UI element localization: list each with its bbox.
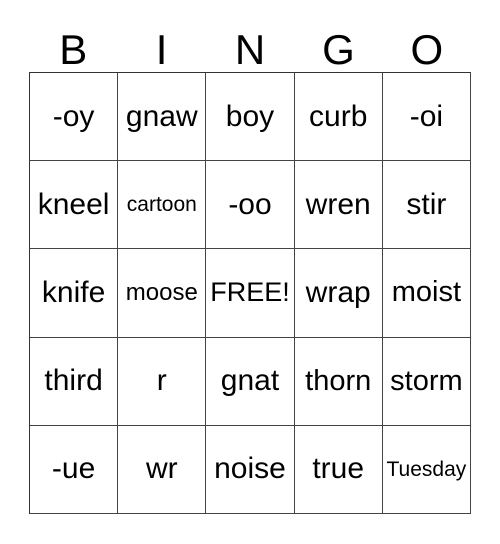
bingo-header-letter-b: B xyxy=(59,26,88,73)
bingo-cell-label: wrap xyxy=(305,275,371,309)
bingo-cell-label: moose xyxy=(125,278,198,306)
bingo-header-letter-o: O xyxy=(410,26,444,73)
bingo-header-letter-g: G xyxy=(322,26,355,73)
bingo-cell-label: stir xyxy=(406,187,447,221)
bingo-cell-label: gnat xyxy=(220,364,280,398)
bingo-cell-r5c4[interactable]: true xyxy=(294,425,383,514)
bingo-cell-label: gnaw xyxy=(125,99,198,133)
bingo-cell-r5c1[interactable]: -ue xyxy=(30,425,119,514)
bingo-cell-label: third xyxy=(44,364,103,398)
bingo-cell-label: Tuesday xyxy=(386,457,467,481)
bingo-cell-r1c1[interactable]: -oy xyxy=(30,73,119,162)
bingo-cell-r4c5[interactable]: storm xyxy=(382,337,471,426)
bingo-cell-label: knife xyxy=(41,275,106,309)
bingo-header-row: B I N G O xyxy=(29,18,471,72)
bingo-cell-label: -ue xyxy=(51,452,96,486)
bingo-cell-r1c5[interactable]: -oi xyxy=(382,73,471,162)
bingo-cell-r2c2[interactable]: cartoon xyxy=(118,161,207,250)
bingo-cell-r2c1[interactable]: kneel xyxy=(30,161,119,250)
bingo-cell-r2c5[interactable]: stir xyxy=(382,161,471,250)
bingo-cell-label: moist xyxy=(391,276,462,309)
bingo-cell-r3c2[interactable]: moose xyxy=(118,249,207,338)
bingo-cell-label: storm xyxy=(390,364,463,397)
bingo-cell-label: wr xyxy=(145,452,178,486)
bingo-cell-label: -oi xyxy=(409,99,444,133)
bingo-cell-r3c5[interactable]: moist xyxy=(382,249,471,338)
bingo-cell-label: cartoon xyxy=(126,193,197,217)
bingo-cell-r4c4[interactable]: thorn xyxy=(294,337,383,426)
bingo-cell-r3c1[interactable]: knife xyxy=(30,249,119,338)
bingo-cell-r3c4[interactable]: wrap xyxy=(294,249,383,338)
bingo-card: B I N G O -oy gnaw boy curb -oi kneel ca… xyxy=(0,0,500,544)
bingo-cell-label: r xyxy=(156,364,167,398)
bingo-cell-label: kneel xyxy=(37,187,110,221)
bingo-free-space-label: FREE! xyxy=(210,277,290,308)
bingo-grid: -oy gnaw boy curb -oi kneel cartoon -oo … xyxy=(29,72,471,514)
bingo-cell-r2c3[interactable]: -oo xyxy=(206,161,295,250)
bingo-cell-label: -oo xyxy=(228,187,272,221)
bingo-cell-r1c3[interactable]: boy xyxy=(206,73,295,162)
bingo-cell-label: -oy xyxy=(52,99,95,133)
bingo-cell-label: wren xyxy=(305,187,371,221)
bingo-cell-label: noise xyxy=(214,452,286,486)
bingo-cell-r2c4[interactable]: wren xyxy=(294,161,383,250)
bingo-header-letter-i: I xyxy=(155,26,168,73)
bingo-cell-r5c5[interactable]: Tuesday xyxy=(382,425,471,514)
bingo-cell-r5c2[interactable]: wr xyxy=(118,425,207,514)
bingo-cell-label: boy xyxy=(225,99,275,133)
bingo-cell-r4c2[interactable]: r xyxy=(118,337,207,426)
bingo-cell-r4c1[interactable]: third xyxy=(30,337,119,426)
bingo-cell-r4c3[interactable]: gnat xyxy=(206,337,295,426)
bingo-cell-free-space[interactable]: FREE! xyxy=(206,249,295,338)
bingo-cell-r5c3[interactable]: noise xyxy=(206,425,295,514)
bingo-cell-label: thorn xyxy=(305,364,372,397)
bingo-cell-label: true xyxy=(312,452,365,486)
bingo-cell-r1c4[interactable]: curb xyxy=(294,73,383,162)
bingo-cell-label: curb xyxy=(309,99,368,133)
bingo-header-letter-n: N xyxy=(234,26,266,73)
bingo-cell-r1c2[interactable]: gnaw xyxy=(118,73,207,162)
